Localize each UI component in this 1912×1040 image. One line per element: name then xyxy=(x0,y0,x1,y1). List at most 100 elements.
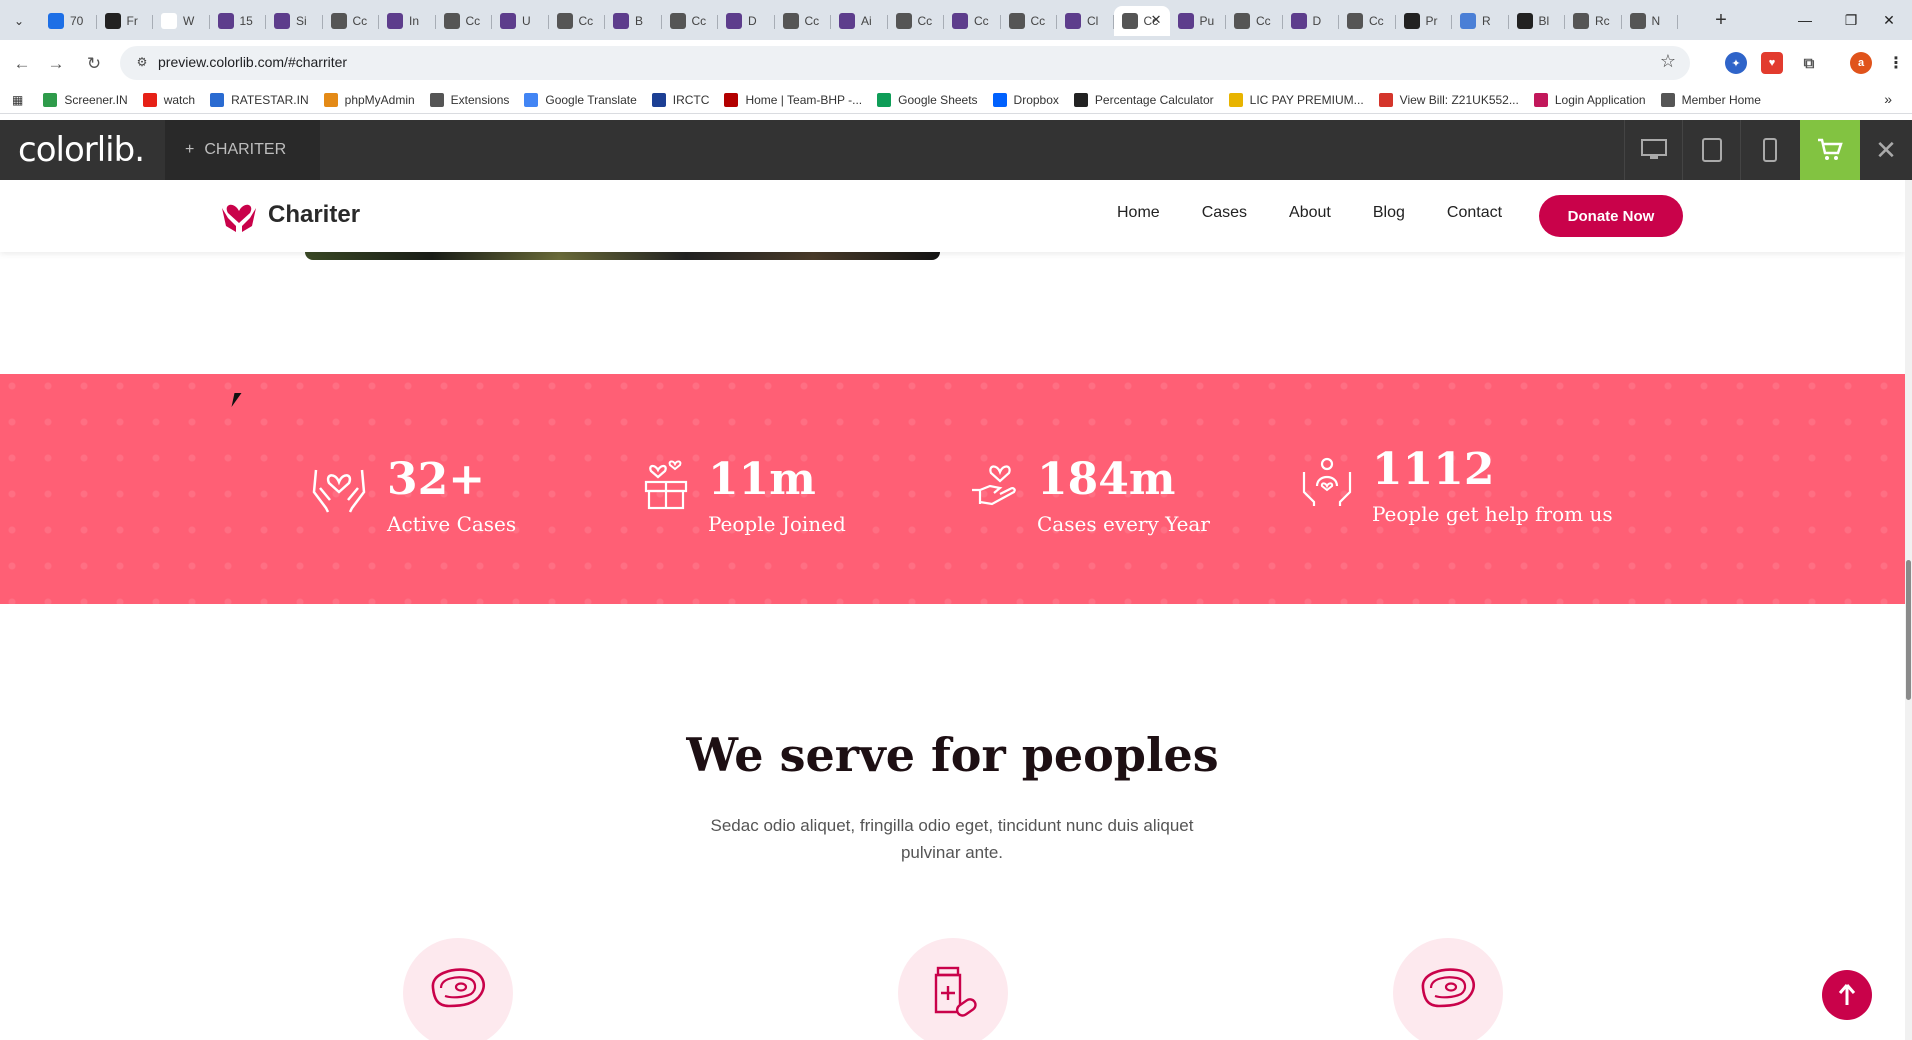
browser-tab[interactable]: 15 xyxy=(210,6,267,36)
browser-tab[interactable]: Cc xyxy=(775,6,832,36)
site-brand[interactable]: Chariter xyxy=(220,196,360,234)
nav-item-contact[interactable]: Contact xyxy=(1447,204,1502,222)
browser-tab[interactable]: D xyxy=(1283,6,1340,36)
tab-favicon-icon xyxy=(1008,13,1025,29)
bookmark-item[interactable]: Extensions xyxy=(429,92,509,107)
bookmark-item[interactable]: Google Translate xyxy=(524,92,637,107)
address-bar[interactable]: ⚙ preview.colorlib.com/#charriter ☆ xyxy=(120,46,1690,80)
tab-title: Cc xyxy=(465,14,481,28)
bookmark-item[interactable]: Dropbox xyxy=(992,92,1059,107)
bookmark-item[interactable]: watch xyxy=(142,92,195,107)
donate-now-button[interactable]: Donate Now xyxy=(1539,195,1683,237)
new-tab-button[interactable]: + xyxy=(1707,8,1735,32)
browser-tab[interactable]: Cc xyxy=(888,6,945,36)
tab-title: In xyxy=(409,14,420,28)
nav-item-cases[interactable]: Cases xyxy=(1202,204,1247,222)
tab-close-icon[interactable]: ✕ xyxy=(1151,12,1162,28)
extension-icon[interactable]: ✦ xyxy=(1725,52,1747,74)
browser-tab-active[interactable]: Cc ✕ xyxy=(1113,6,1170,36)
scrollbar-thumb[interactable] xyxy=(1906,560,1911,700)
nav-item-blog[interactable]: Blog xyxy=(1373,204,1405,222)
browser-tab[interactable]: Cc xyxy=(549,6,606,36)
browser-tab[interactable]: U xyxy=(492,6,549,36)
bookmark-item[interactable]: Member Home xyxy=(1660,92,1761,107)
browser-tab[interactable]: Ai xyxy=(831,6,888,36)
bookmark-item[interactable]: Home | Team-BHP -... xyxy=(724,92,862,107)
bookmark-label: IRCTC xyxy=(672,92,710,107)
bookmark-star-icon[interactable]: ☆ xyxy=(1660,51,1676,72)
tab-favicon-icon xyxy=(952,13,968,29)
people-help-icon xyxy=(1302,457,1352,506)
browser-tab[interactable]: Pu xyxy=(1170,6,1227,36)
browser-tab[interactable]: Cc xyxy=(944,6,1001,36)
profile-avatar[interactable]: a xyxy=(1850,52,1872,74)
page-scrollbar[interactable] xyxy=(1905,180,1912,1040)
browser-tab[interactable]: In xyxy=(379,6,436,36)
close-preview-icon[interactable]: ✕ xyxy=(1860,120,1912,180)
bookmark-item[interactable]: Login Application xyxy=(1533,92,1646,107)
browser-tab[interactable]: Pr xyxy=(1396,6,1453,36)
browser-tab[interactable]: Cc xyxy=(1001,6,1058,36)
browser-tab[interactable]: Cl xyxy=(1057,6,1114,36)
bookmark-item[interactable]: Screener.IN xyxy=(43,92,128,107)
browser-tab[interactable]: Fr xyxy=(97,6,154,36)
stat-label: People get help from us xyxy=(1372,502,1613,526)
bookmark-item[interactable]: phpMyAdmin xyxy=(323,92,415,107)
forward-button[interactable]: → xyxy=(42,50,70,78)
browser-tab[interactable]: Cc xyxy=(662,6,719,36)
browser-tab[interactable]: Rc xyxy=(1565,6,1622,36)
nav-item-home[interactable]: Home xyxy=(1117,204,1160,222)
browser-tab[interactable]: Bl xyxy=(1509,6,1566,36)
service-card-icon[interactable] xyxy=(898,938,1008,1040)
browser-tab[interactable]: Si xyxy=(266,6,323,36)
heart-hands-logo-icon xyxy=(222,204,256,232)
nav-item-about[interactable]: About xyxy=(1289,204,1331,222)
tab-favicon-icon xyxy=(1347,13,1363,29)
tablet-view-icon[interactable] xyxy=(1682,120,1740,180)
more-bookmarks-icon[interactable]: » xyxy=(1884,91,1892,107)
browser-tab[interactable]: D xyxy=(718,6,775,36)
minimize-icon[interactable]: — xyxy=(1782,6,1828,34)
service-card-icon[interactable] xyxy=(403,938,513,1040)
brave-shield-icon[interactable]: ♥ xyxy=(1761,52,1783,74)
tab-title: D xyxy=(1312,14,1322,28)
bookmark-item[interactable]: Percentage Calculator xyxy=(1073,92,1214,107)
mobile-view-icon[interactable] xyxy=(1740,120,1798,180)
bookmark-item[interactable]: View Bill: Z21UK552... xyxy=(1378,92,1519,107)
tab-favicon-icon xyxy=(1065,13,1081,29)
tab-title: Cc xyxy=(1369,14,1384,28)
browser-tab[interactable]: Cc xyxy=(323,6,380,36)
tab-favicon-icon xyxy=(1460,13,1476,29)
back-button[interactable]: ← xyxy=(8,50,36,78)
stat-number: 32+ xyxy=(387,454,486,505)
cart-icon[interactable] xyxy=(1800,120,1860,180)
bookmark-item[interactable]: LIC PAY PREMIUM... xyxy=(1228,92,1364,107)
browser-menu-icon[interactable]: ⋮ xyxy=(1885,52,1907,74)
bookmark-label: Dropbox xyxy=(1013,92,1059,107)
browser-tab[interactable]: R xyxy=(1452,6,1509,36)
bookmark-item[interactable]: Google Sheets xyxy=(877,92,978,107)
browser-tab[interactable]: Cc xyxy=(1339,6,1396,36)
bookmark-item[interactable]: RATESTAR.IN xyxy=(210,92,309,107)
browser-tab[interactable]: 70 xyxy=(40,6,97,36)
apps-grid-icon[interactable]: ▦ xyxy=(12,93,23,107)
browser-tab[interactable]: Cc xyxy=(436,6,493,36)
colorlib-logo[interactable]: colorlib. xyxy=(18,130,145,170)
tab-search-icon[interactable]: ⌄ xyxy=(8,10,30,32)
site-info-icon[interactable]: ⚙ xyxy=(134,55,150,71)
desktop-view-icon[interactable] xyxy=(1624,120,1682,180)
reload-button[interactable]: ↻ xyxy=(80,50,108,78)
browser-tab[interactable]: B xyxy=(605,6,662,36)
bookmark-favicon-icon xyxy=(724,92,739,107)
browser-tab[interactable]: Cc xyxy=(1226,6,1283,36)
extensions-puzzle-icon[interactable]: ⧉ xyxy=(1798,52,1820,74)
stat-label: Active Cases xyxy=(387,512,517,536)
url-text[interactable]: preview.colorlib.com/#charriter xyxy=(158,54,347,70)
close-window-icon[interactable]: ✕ xyxy=(1866,6,1912,34)
theme-switcher[interactable]: + CHARITER xyxy=(165,120,320,180)
scroll-to-top-button[interactable] xyxy=(1822,970,1872,1020)
browser-tab[interactable]: N xyxy=(1622,6,1679,36)
bookmark-item[interactable]: IRCTC xyxy=(651,92,710,107)
browser-tab[interactable]: W xyxy=(153,6,210,36)
service-card-icon[interactable] xyxy=(1393,938,1503,1040)
